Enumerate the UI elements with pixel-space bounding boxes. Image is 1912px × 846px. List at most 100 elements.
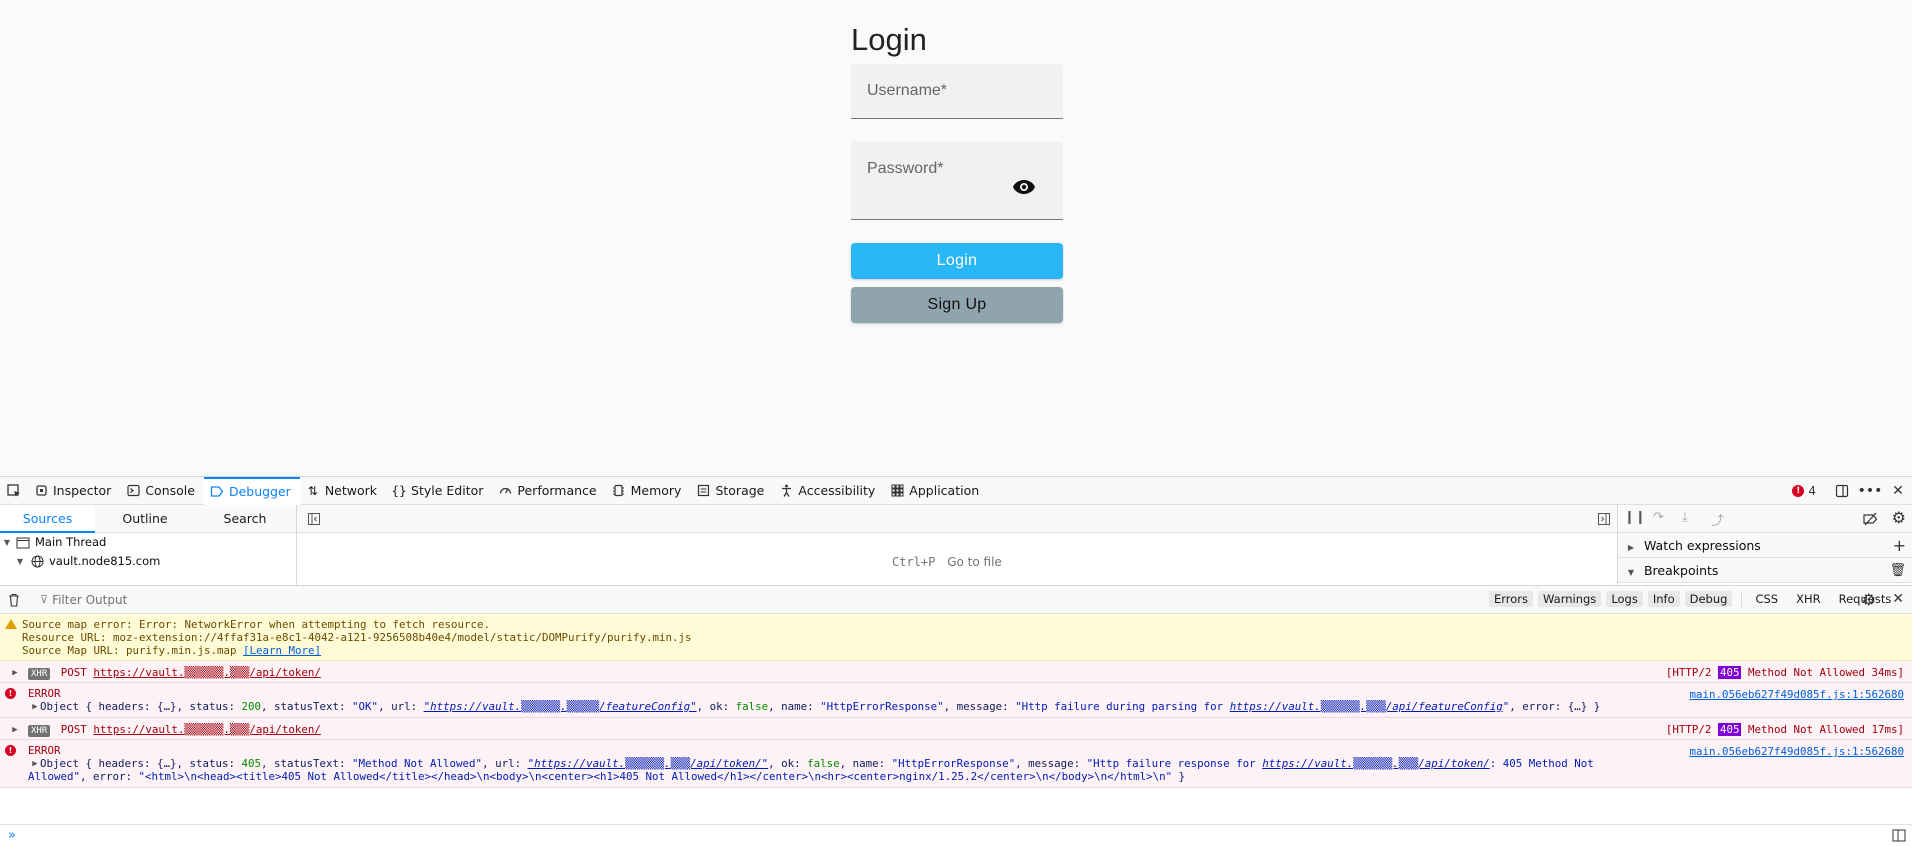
obj-url[interactable]: "https://vault.▒▒▒▒▒▒.▒▒▒▒▒/featureConfi… bbox=[424, 700, 697, 713]
filter-debug-button[interactable]: Debug bbox=[1684, 591, 1733, 607]
editor-mode-icon[interactable] bbox=[1892, 829, 1906, 842]
toggle-sources-icon[interactable] bbox=[307, 512, 321, 526]
console-settings-icon[interactable]: ⚙ bbox=[1862, 590, 1876, 609]
status-suffix: Method Not Allowed 17ms] bbox=[1747, 723, 1904, 736]
status-prefix: [HTTP/2 bbox=[1665, 723, 1712, 736]
error-icon: ! bbox=[5, 745, 16, 756]
signup-button[interactable]: Sign Up bbox=[851, 287, 1063, 323]
tree-main-thread[interactable]: ▼ Main Thread bbox=[0, 533, 296, 552]
obj-url[interactable]: "https://vault.▒▒▒▒▒▒.▒▒▒/api/token/" bbox=[528, 757, 769, 770]
tab-outline[interactable]: Outline bbox=[95, 505, 195, 533]
inspector-icon bbox=[34, 484, 48, 498]
obj-message: "Http failure during parsing for bbox=[1015, 700, 1230, 713]
trash-icon[interactable]: 🗑 bbox=[1889, 558, 1906, 583]
request-method: POST bbox=[60, 723, 87, 736]
obj-ok: false bbox=[735, 700, 769, 713]
login-button[interactable]: Login bbox=[851, 243, 1063, 279]
web-page: Login Username* Password* Login Sign Up bbox=[0, 0, 1912, 476]
breakpoints-header[interactable]: ▼ Breakpoints 🗑 bbox=[1618, 558, 1912, 583]
source-location-link[interactable]: main.056eb627f49d085f.js:1:562680 bbox=[1689, 688, 1904, 701]
obj-text: , statusText: bbox=[261, 757, 353, 770]
debugger-panes: Sources Outline Search ▼ Main Thread ▼ v… bbox=[0, 505, 1912, 586]
close-split-console-icon[interactable]: ✕ bbox=[1892, 591, 1904, 607]
obj-message-url[interactable]: https://vault.▒▒▒▒▒▒.▒▒▒/api/token/ bbox=[1262, 757, 1490, 770]
accessibility-icon bbox=[779, 484, 793, 498]
warning-line: Resource URL: moz-extension://4ffaf31a-e… bbox=[22, 631, 692, 644]
request-url[interactable]: https://vault.▒▒▒▒▒▒.▒▒▒/api/token/ bbox=[93, 666, 321, 679]
tab-console[interactable]: Console bbox=[120, 477, 204, 505]
filter-info-button[interactable]: Info bbox=[1647, 591, 1680, 607]
tab-search[interactable]: Search bbox=[195, 505, 295, 533]
console-xhr-message[interactable]: ▶ XHR POST https://vault.▒▒▒▒▒▒.▒▒▒/api/… bbox=[0, 661, 1912, 683]
status-code: 405 bbox=[1717, 723, 1742, 736]
learn-more-link[interactable]: [Learn More] bbox=[243, 644, 321, 657]
toggle-sidebar-icon[interactable] bbox=[1597, 512, 1611, 526]
filter-warnings-button[interactable]: Warnings bbox=[1538, 591, 1602, 607]
console-xhr-message[interactable]: ▶ XHR POST https://vault.▒▒▒▒▒▒.▒▒▒/api/… bbox=[0, 718, 1912, 740]
step-in-icon[interactable]: ⤓ bbox=[1682, 510, 1688, 525]
sources-tabs: Sources Outline Search bbox=[0, 505, 296, 533]
dock-icon[interactable] bbox=[1828, 477, 1856, 505]
tree-label: vault.node815.com bbox=[49, 554, 161, 568]
filter-css-button[interactable]: CSS bbox=[1750, 591, 1783, 607]
tab-performance[interactable]: Performance bbox=[492, 477, 605, 505]
filter-output-input[interactable]: ⊽ Filter Output bbox=[40, 593, 127, 607]
tab-network[interactable]: ⇅ Network bbox=[300, 477, 386, 505]
deactivate-breakpoints-icon[interactable] bbox=[1863, 512, 1878, 526]
filter-icon: ⊽ bbox=[40, 593, 49, 606]
obj-text: , url: bbox=[482, 757, 528, 770]
error-icon: ! bbox=[1792, 485, 1805, 497]
tab-accessibility[interactable]: Accessibility bbox=[773, 477, 884, 505]
console-input[interactable]: » bbox=[0, 824, 1912, 846]
settings-gear-icon[interactable]: ⚙ bbox=[1892, 508, 1906, 527]
tab-sources[interactable]: Sources bbox=[0, 505, 95, 533]
element-picker-icon[interactable] bbox=[0, 477, 28, 505]
go-to-file-hint: Ctrl+P Go to file bbox=[892, 555, 1002, 569]
password-field[interactable]: Password* bbox=[851, 142, 1063, 220]
tree-label: Main Thread bbox=[35, 535, 107, 549]
prompt-chevron-icon: » bbox=[8, 828, 16, 843]
go-to-file-label: Go to file bbox=[947, 555, 1002, 569]
error-count-badge[interactable]: ! 4 bbox=[1792, 484, 1816, 498]
obj-message-url[interactable]: https://vault.▒▒▒▒▒▒.▒▒▒/api/featureConf… bbox=[1230, 700, 1503, 713]
pause-icon[interactable]: ❙❙ bbox=[1624, 510, 1646, 525]
chevron-down-icon: ▼ bbox=[16, 557, 24, 566]
step-over-icon[interactable]: ↷ bbox=[1653, 510, 1664, 525]
tab-label: Inspector bbox=[53, 483, 112, 498]
tab-style-editor[interactable]: {} Style Editor bbox=[386, 477, 492, 505]
tab-application[interactable]: Application bbox=[884, 477, 988, 505]
watch-expressions-header[interactable]: ▶ Watch expressions + bbox=[1618, 533, 1912, 558]
add-icon[interactable]: + bbox=[1893, 533, 1906, 558]
obj-text: , url: bbox=[378, 700, 424, 713]
chevron-right-icon: ▶ bbox=[1627, 543, 1635, 552]
filter-xhr-button[interactable]: XHR bbox=[1791, 591, 1826, 607]
obj-text: , ok: bbox=[696, 700, 736, 713]
filter-logs-button[interactable]: Logs bbox=[1606, 591, 1643, 607]
console-error-message[interactable]: ! ERROR ▶ Object { headers: {…}, status:… bbox=[0, 683, 1912, 718]
window-icon bbox=[16, 537, 30, 548]
tab-label: Accessibility bbox=[798, 483, 876, 498]
more-options-icon[interactable]: ••• bbox=[1856, 477, 1884, 505]
tab-debugger[interactable]: Debugger bbox=[203, 476, 300, 505]
obj-status-text: "OK" bbox=[352, 700, 379, 713]
tab-memory[interactable]: Memory bbox=[606, 477, 691, 505]
tab-label: Style Editor bbox=[411, 483, 484, 498]
console-error-message[interactable]: ! ERROR ▶ Object { headers: {…}, status:… bbox=[0, 740, 1912, 788]
username-field[interactable]: Username* bbox=[851, 64, 1063, 119]
network-icon: ⇅ bbox=[307, 483, 318, 498]
tree-domain[interactable]: ▼ vault.node815.com bbox=[0, 552, 296, 571]
source-location-link[interactable]: main.056eb627f49d085f.js:1:562680 bbox=[1689, 745, 1904, 758]
tab-inspector[interactable]: Inspector bbox=[28, 477, 120, 505]
debugger-sidebar: ❙❙ ↷ ⤓ ⤴ ⚙ ▶ Watch expressions + ▼ Break… bbox=[1617, 505, 1912, 586]
page-title: Login bbox=[851, 22, 927, 57]
obj-ok: false bbox=[807, 757, 840, 770]
request-url[interactable]: https://vault.▒▒▒▒▒▒.▒▒▒/api/token/ bbox=[93, 723, 321, 736]
show-password-icon[interactable] bbox=[1012, 178, 1036, 196]
clear-console-icon[interactable] bbox=[8, 593, 20, 607]
step-out-icon[interactable]: ⤴ bbox=[1711, 510, 1724, 529]
filter-errors-button[interactable]: Errors bbox=[1489, 591, 1534, 607]
warning-icon bbox=[5, 619, 17, 629]
close-icon[interactable]: ✕ bbox=[1884, 477, 1912, 505]
tab-storage[interactable]: Storage bbox=[690, 477, 773, 505]
password-label: Password* bbox=[867, 160, 944, 177]
